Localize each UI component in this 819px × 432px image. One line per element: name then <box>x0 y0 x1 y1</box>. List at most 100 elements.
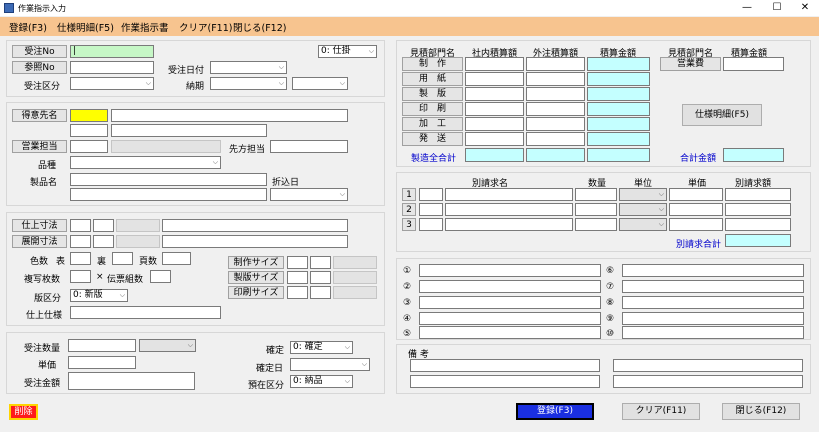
note-input[interactable] <box>622 280 804 293</box>
note-input[interactable] <box>622 264 804 277</box>
estimate-external-cell[interactable] <box>526 87 585 101</box>
billing-amount-input[interactable] <box>725 188 791 201</box>
estimate-external-cell[interactable] <box>526 57 585 71</box>
confirm-select[interactable]: 0: 確定 ⌵ <box>290 341 353 354</box>
billing-name-input[interactable] <box>445 188 573 201</box>
note-input[interactable] <box>419 264 601 277</box>
billing-name-input[interactable] <box>445 203 573 216</box>
pages-input[interactable] <box>162 252 191 265</box>
finish-spec-input[interactable] <box>70 306 221 319</box>
menu-work-order[interactable]: 作業指示書 <box>121 20 169 34</box>
front-colors-input[interactable] <box>70 252 91 265</box>
order-type-select[interactable]: ⌵ <box>70 77 154 90</box>
minimize-button[interactable]: — <box>732 0 762 16</box>
billing-price-input[interactable] <box>669 218 723 231</box>
estimate-row-label[interactable]: 加 工 <box>402 117 463 131</box>
remarks-input[interactable] <box>410 375 600 388</box>
billing-code-input[interactable] <box>419 203 443 216</box>
expand-w-input[interactable] <box>70 235 91 248</box>
menu-spec-detail[interactable]: 仕様明細(F5) <box>57 20 114 34</box>
register-button[interactable]: 登録(F3) <box>516 403 594 420</box>
product-name-2-input[interactable] <box>70 188 267 201</box>
billing-unit-select[interactable]: ⌵ <box>619 218 667 231</box>
status-select[interactable]: 0: 仕掛 ⌵ <box>318 45 377 58</box>
print-size-button[interactable]: 印刷サイズ <box>228 286 284 299</box>
customer-sub-name-input[interactable] <box>111 124 267 137</box>
billing-qty-input[interactable] <box>575 203 617 216</box>
plate-size-button[interactable]: 製版サイズ <box>228 271 284 284</box>
spec-detail-button[interactable]: 仕様明細(F5) <box>682 104 762 126</box>
note-input[interactable] <box>622 312 804 325</box>
estimate-internal-cell[interactable] <box>465 102 524 116</box>
back-colors-input[interactable] <box>112 252 133 265</box>
plate-h-input[interactable] <box>310 271 331 284</box>
order-no-input[interactable]: | <box>70 45 154 58</box>
sales-cost-label[interactable]: 営業費 <box>660 57 721 71</box>
customer-label[interactable]: 得意先名 <box>12 109 67 122</box>
plate-w-input[interactable] <box>287 271 308 284</box>
ref-no-input[interactable] <box>70 61 154 74</box>
billing-price-input[interactable] <box>669 203 723 216</box>
billing-price-input[interactable] <box>669 188 723 201</box>
estimate-internal-cell[interactable] <box>465 132 524 146</box>
expand-size-label[interactable]: 展開寸法 <box>12 235 67 248</box>
estimate-external-cell[interactable] <box>526 102 585 116</box>
billing-qty-input[interactable] <box>575 188 617 201</box>
copies-input[interactable] <box>70 270 91 283</box>
finish-w-input[interactable] <box>70 219 91 232</box>
delivery-time-select[interactable]: ⌵ <box>292 77 348 90</box>
delete-button[interactable]: 削除 <box>9 404 38 420</box>
qty-input[interactable] <box>68 339 136 352</box>
print-w-input[interactable] <box>287 286 308 299</box>
estimate-external-cell[interactable] <box>526 72 585 86</box>
note-input[interactable] <box>419 280 601 293</box>
sales-label[interactable]: 営業担当 <box>12 140 67 153</box>
customer-code-input[interactable] <box>70 109 108 122</box>
note-input[interactable] <box>419 326 601 339</box>
plate-select[interactable]: 0: 新版 ⌵ <box>70 289 128 302</box>
close-bottom-button[interactable]: 閉じる(F12) <box>722 403 800 420</box>
sales-code-input[interactable] <box>70 140 108 153</box>
estimate-row-label[interactable]: 発 送 <box>402 132 463 146</box>
billing-amount-input[interactable] <box>725 218 791 231</box>
note-input[interactable] <box>622 296 804 309</box>
delivery-date-input[interactable]: ⌵ <box>210 77 287 90</box>
product-name-input[interactable] <box>70 173 267 186</box>
estimate-internal-cell[interactable] <box>465 117 524 131</box>
fold-date-input[interactable]: ⌵ <box>270 188 348 201</box>
menu-close[interactable]: 閉じる(F12) <box>233 20 286 34</box>
stock-select[interactable]: 0: 納品 ⌵ <box>290 375 353 388</box>
clear-button[interactable]: クリア(F11) <box>622 403 700 420</box>
estimate-internal-cell[interactable] <box>465 72 524 86</box>
item-select[interactable]: ⌵ <box>70 156 221 169</box>
billing-qty-input[interactable] <box>575 218 617 231</box>
estimate-external-cell[interactable] <box>526 117 585 131</box>
estimate-row-label[interactable]: 製 版 <box>402 87 463 101</box>
close-button[interactable]: ✕ <box>790 0 819 16</box>
print-h-input[interactable] <box>310 286 331 299</box>
note-input[interactable] <box>622 326 804 339</box>
confirm-date-input[interactable]: ⌵ <box>290 358 370 371</box>
remarks-input[interactable] <box>613 375 803 388</box>
expand-note-input[interactable] <box>162 235 348 248</box>
note-input[interactable] <box>419 312 601 325</box>
billing-unit-select[interactable]: ⌵ <box>619 188 667 201</box>
billing-unit-select[interactable]: ⌵ <box>619 203 667 216</box>
estimate-internal-cell[interactable] <box>465 57 524 71</box>
order-no-label[interactable]: 受注No <box>12 45 67 58</box>
make-h-input[interactable] <box>310 256 331 269</box>
note-input[interactable] <box>419 296 601 309</box>
expand-h-input[interactable] <box>93 235 114 248</box>
customer-sub-code-input[interactable] <box>70 124 108 137</box>
menu-register[interactable]: 登録(F3) <box>9 20 47 34</box>
slip-input[interactable] <box>150 270 171 283</box>
qty-unit-select[interactable]: ⌵ <box>139 339 196 352</box>
contact-input[interactable] <box>270 140 348 153</box>
remarks-input[interactable] <box>410 359 600 372</box>
estimate-row-label[interactable]: 用 紙 <box>402 72 463 86</box>
price-input[interactable] <box>68 356 136 369</box>
finish-size-label[interactable]: 仕上寸法 <box>12 219 67 232</box>
estimate-external-cell[interactable] <box>526 132 585 146</box>
remarks-input[interactable] <box>613 359 803 372</box>
billing-code-input[interactable] <box>419 188 443 201</box>
